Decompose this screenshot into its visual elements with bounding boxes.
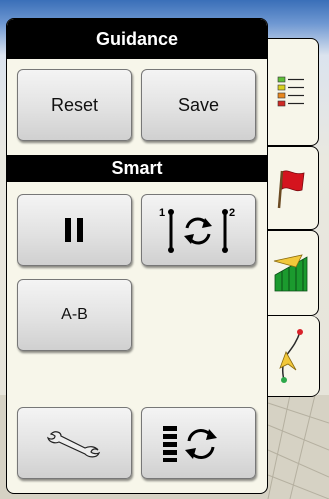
pause-icon	[64, 218, 83, 242]
wrench-icon	[46, 431, 100, 458]
panel-title: Guidance	[7, 19, 267, 59]
cycle-lines-button[interactable]: 1 2	[141, 194, 256, 266]
list-icon	[277, 76, 304, 107]
save-button[interactable]: Save	[141, 69, 256, 141]
tab-guidance[interactable]	[262, 316, 319, 396]
cycle-lines-icon: 1 2	[159, 207, 235, 253]
svg-text:2: 2	[229, 207, 235, 219]
guidance-line-icon	[278, 329, 303, 383]
tab-flags[interactable]	[263, 146, 319, 230]
reset-button[interactable]: Reset	[17, 69, 132, 141]
pattern-cycle-icon	[162, 426, 217, 462]
ab-line-button[interactable]: A-B	[17, 279, 132, 351]
tab-field[interactable]	[263, 230, 319, 316]
tab-list[interactable]	[263, 38, 319, 146]
pause-button[interactable]	[17, 194, 132, 266]
field-map-icon	[273, 254, 307, 292]
svg-text:1: 1	[159, 207, 165, 219]
guidance-panel: Guidance Reset Save Smart 1 2 A-B	[6, 18, 268, 494]
settings-button[interactable]	[17, 407, 132, 479]
pattern-cycle-button[interactable]	[141, 407, 256, 479]
flag-icon	[277, 170, 304, 209]
smart-section-title: Smart	[7, 155, 267, 182]
